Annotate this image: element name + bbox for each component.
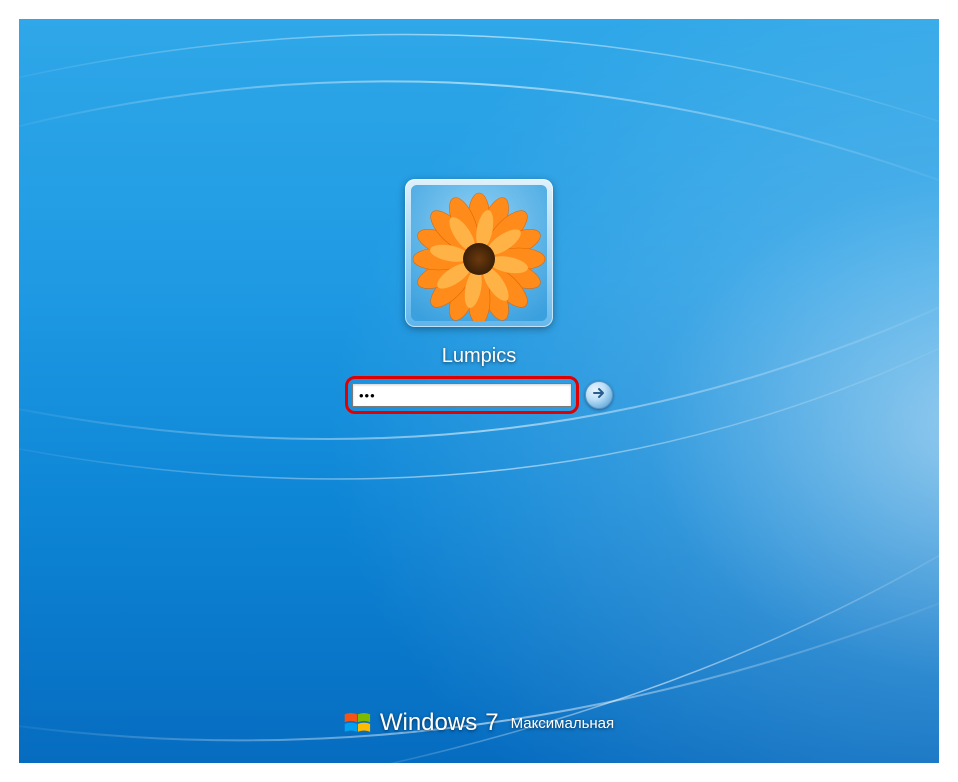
password-highlight <box>345 376 579 414</box>
user-avatar-image <box>411 185 547 321</box>
product-edition: Максимальная <box>511 715 615 732</box>
product-name: Windows <box>380 709 477 737</box>
branding: Windows 7 Максимальная <box>344 709 614 737</box>
submit-button[interactable] <box>585 381 613 409</box>
arrow-right-icon <box>591 385 607 406</box>
user-avatar[interactable] <box>405 179 553 327</box>
password-input[interactable] <box>352 383 572 407</box>
login-screen: Lumpics <box>19 19 939 763</box>
product-version: 7 <box>485 709 498 737</box>
windows-logo-icon <box>344 709 372 737</box>
username-label: Lumpics <box>442 345 516 368</box>
